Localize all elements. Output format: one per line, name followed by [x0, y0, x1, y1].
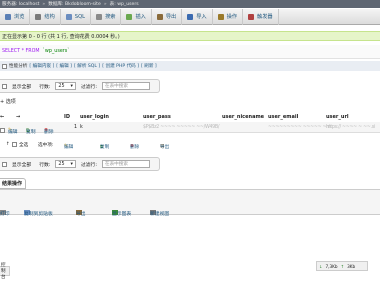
table-row: ✎ 编辑 ⧉ 复制 ⊗ 删除 1 k $P$Bz2 ~~~~ ~~~~~ ~~/…: [0, 122, 380, 135]
explain-sql-link[interactable]: [ 解析 SQL ]: [74, 63, 100, 69]
breadcrumb-separator: »: [42, 1, 46, 7]
operations-icon: [217, 13, 224, 20]
results-operations-title: 结果操作: [0, 178, 26, 189]
sql-query-box: SELECT * FROM `wp_users`: [0, 45, 380, 59]
success-notice: 正在显示第 0 - 0 行 (共 1 行, 查询花费 0.0004 秒。): [0, 31, 380, 41]
inline-edit-link[interactable]: [ 编辑内嵌 ]: [29, 63, 54, 69]
tab-operations[interactable]: 操作: [213, 8, 244, 25]
cell-user-pass: $P$Bz2 ~~~~ ~~~~~ ~~/W49B/: [143, 125, 220, 130]
edit-link[interactable]: [ 编辑 ]: [56, 63, 72, 69]
tab-export[interactable]: 导出: [152, 8, 183, 25]
tab-sql[interactable]: SQL: [61, 8, 92, 25]
import-icon: [187, 13, 194, 20]
tab-insert[interactable]: 插入: [121, 8, 152, 25]
insert-icon: [126, 13, 133, 20]
cell-user-url: https:// ~~~~ ~ ~~.si: [326, 125, 375, 130]
table-nav-bottom: 显示全部 行数: 25 ▾ 过滤行: 在表中搜索: [0, 157, 160, 171]
tab-triggers[interactable]: 触发器: [243, 8, 279, 25]
sql-keyword: SELECT * FROM: [2, 49, 40, 54]
sql-table: `wp_users`: [42, 49, 70, 54]
table-nav-top: 显示全部 行数: 25 ▾ 过滤行: 在表中搜索: [0, 79, 160, 93]
browse-icon: [5, 13, 11, 20]
column-header-user-email[interactable]: user_email: [268, 114, 298, 120]
breadcrumb-database[interactable]: 数据库: Bkdobloom-site: [48, 1, 101, 7]
structure-icon: [35, 13, 42, 20]
column-header-user-login[interactable]: user_login: [80, 114, 109, 120]
create-php-link[interactable]: [ 创建 PHP 代码 ]: [102, 63, 139, 69]
show-all-checkbox[interactable]: [2, 161, 7, 167]
console-tab[interactable]: 控制台: [0, 263, 10, 280]
column-header-user-url[interactable]: user_url: [326, 114, 349, 120]
chevron-down-icon: ▾: [70, 161, 73, 167]
options-toggle[interactable]: + 选项: [0, 98, 16, 105]
results-operations-bar: 打印 复制到剪贴板 导出 显示图表 新建视图: [0, 189, 380, 217]
search-icon: [96, 13, 103, 20]
chevron-down-icon: ▾: [70, 83, 73, 89]
bulk-actions: ↑ 全选 选中项: ✎ 编辑 ⧉ 复制 ⊗ 删除 ▤ 导出: [6, 142, 170, 150]
filter-input[interactable]: 在表中搜索: [101, 82, 150, 90]
sql-icon: [65, 13, 72, 20]
show-all-checkbox[interactable]: [2, 83, 7, 89]
sort-arrow-icon[interactable]: →: [16, 114, 20, 120]
refresh-link[interactable]: [ 刷新 ]: [141, 63, 157, 69]
rows-select[interactable]: 25 ▾: [55, 82, 76, 90]
zoom-widget: ↓ 7,3Kb ↑ 3Kb: [316, 261, 368, 271]
breadcrumb: 服务器: localhost » 数据库: Bkdobloom-site » 表…: [0, 0, 380, 8]
tab-browse[interactable]: 浏览: [0, 8, 31, 25]
column-header-id[interactable]: ID: [64, 114, 70, 120]
triggers-icon: [248, 13, 255, 20]
breadcrumb-server[interactable]: 服务器: localhost: [2, 1, 39, 7]
rows-select[interactable]: 25 ▾: [55, 160, 76, 168]
breadcrumb-table[interactable]: 表: wp_users: [110, 1, 139, 7]
bulk-arrow-icon: ↑: [6, 142, 10, 147]
cell-id: 1: [74, 125, 78, 130]
column-header-user-nicename[interactable]: user_nicename: [222, 114, 264, 120]
table-header: ← → ID user_login user_pass user_nicenam…: [0, 112, 380, 122]
cell-user-login: k: [80, 125, 83, 130]
cell-user-email: ~~~~~~~~~ ~~~~~ ~m: [268, 125, 331, 130]
column-header-user-pass[interactable]: user_pass: [143, 114, 171, 120]
tab-bar: 浏览 结构 SQL 搜索 插入 导出 导入 操作 触发器: [0, 8, 380, 25]
sql-actions-bar: 性能分析 [ 编辑内嵌 ] [ 编辑 ] [ 解析 SQL ] [ 创建 PHP…: [0, 61, 380, 71]
tab-structure[interactable]: 结构: [30, 8, 61, 25]
download-arrow-icon: ↓: [319, 263, 323, 269]
profiling-checkbox[interactable]: [2, 63, 7, 69]
tab-search[interactable]: 搜索: [91, 8, 122, 25]
select-all-checkbox[interactable]: [12, 142, 17, 147]
breadcrumb-separator: »: [103, 1, 107, 7]
sort-arrow-icon[interactable]: ←: [0, 114, 4, 120]
export-icon: [156, 13, 163, 20]
filter-input[interactable]: 在表中搜索: [101, 160, 150, 168]
tab-import[interactable]: 导入: [182, 8, 213, 25]
upload-arrow-icon: ↑: [340, 263, 345, 269]
